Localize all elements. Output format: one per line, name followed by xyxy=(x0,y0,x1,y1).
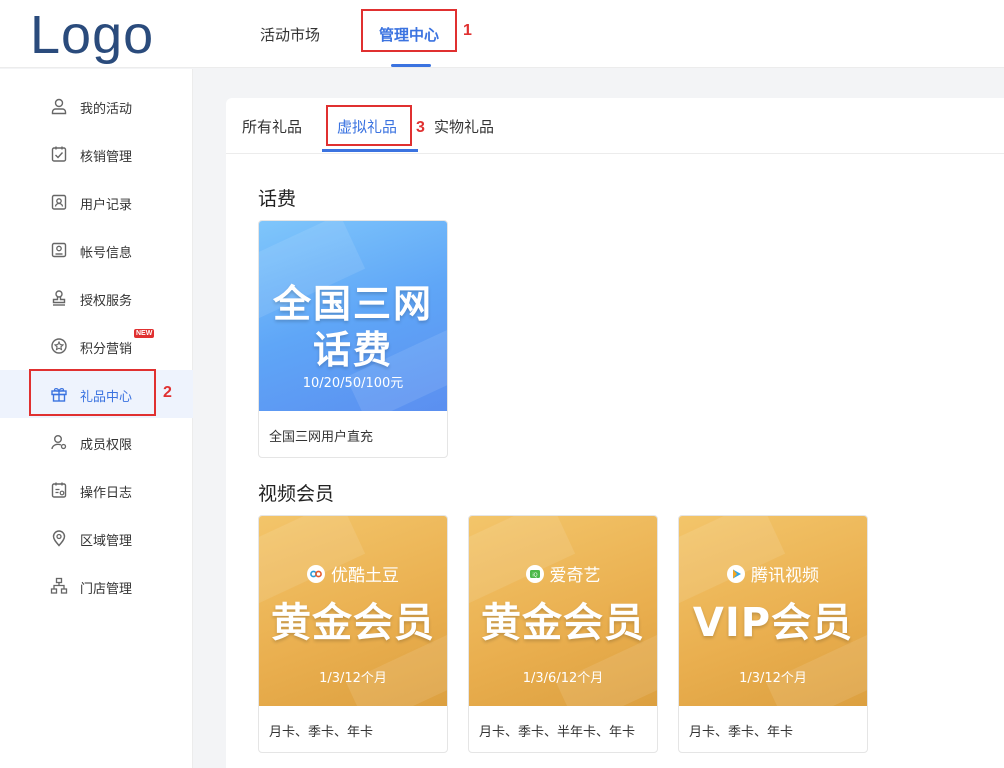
gift-brand: 腾讯视频 xyxy=(679,561,867,586)
user-settings-icon xyxy=(51,435,67,450)
sidebar-item-label: 授权服务 xyxy=(80,294,133,309)
nav-activity-market[interactable]: 活动市场 xyxy=(260,0,320,68)
svg-text:iQ: iQ xyxy=(532,572,537,578)
sidebar-item-label: 我的活动 xyxy=(80,102,133,117)
sidebar-item-label: 帐号信息 xyxy=(80,246,133,261)
gift-durations: 1/3/6/12个月 xyxy=(522,671,604,686)
sidebar-item-label: 成员权限 xyxy=(80,438,133,453)
iqiyi-logo-icon: iQ xyxy=(525,564,544,583)
section-title-video-membership: 视频会员 xyxy=(258,483,335,505)
sidebar-item-label: 用户记录 xyxy=(80,198,133,213)
calendar-log-icon xyxy=(51,482,67,498)
sidebar: 我的活动 核销管理 用户记录 帐号信息 授权服务 积分营销 NEW 礼品中心 成… xyxy=(0,69,193,768)
gift-denominations: 10/20/50/100元 xyxy=(302,376,404,391)
gift-card-iqiyi[interactable]: iQ 爱奇艺 黄金会员 1/3/6/12个月 月卡、季卡、半年卡、年卡 xyxy=(468,515,658,753)
location-pin-icon xyxy=(52,530,66,547)
annotation-box-3 xyxy=(326,105,412,146)
gift-durations: 1/3/12个月 xyxy=(319,671,387,686)
gift-brand-name: 腾讯视频 xyxy=(751,566,819,586)
gift-card-tencent-video[interactable]: 腾讯视频 VIP会员 1/3/12个月 月卡、季卡、年卡 xyxy=(678,515,868,753)
annotation-number-2: 2 xyxy=(163,384,172,401)
sidebar-item-operation-log[interactable]: 操作日志 xyxy=(0,466,193,514)
sidebar-item-label: 积分营销 xyxy=(80,342,133,357)
gift-brand-name: 爱奇艺 xyxy=(549,566,601,586)
gift-headline: 黄金会员 xyxy=(481,600,645,646)
clipboard-check-icon xyxy=(51,146,67,162)
gift-card-phone-credit[interactable]: 全国三网 话费 10/20/50/100元 全国三网用户直充 xyxy=(258,220,448,458)
gift-tabs: 所有礼品 虚拟礼品 实物礼品 3 xyxy=(226,98,1004,154)
org-chart-icon xyxy=(50,577,68,594)
sidebar-item-label: 区域管理 xyxy=(80,534,133,549)
gift-image: 腾讯视频 VIP会员 1/3/12个月 xyxy=(679,516,867,706)
gift-headline: VIP会员 xyxy=(692,600,854,646)
id-card-icon xyxy=(51,242,67,258)
sidebar-item-authorization[interactable]: 授权服务 xyxy=(0,274,193,322)
new-badge: NEW xyxy=(134,329,155,338)
gift-image: iQ 爱奇艺 黄金会员 1/3/6/12个月 xyxy=(469,516,657,706)
tab-physical-gifts[interactable]: 实物礼品 xyxy=(434,116,494,137)
gift-caption: 月卡、季卡、年卡 xyxy=(269,725,374,740)
nav-active-underline xyxy=(391,64,431,67)
sidebar-item-user-records[interactable]: 用户记录 xyxy=(0,178,193,226)
user-icon xyxy=(51,98,67,115)
gift-brand: 优酷土豆 xyxy=(259,561,447,586)
sidebar-item-verification[interactable]: 核销管理 xyxy=(0,130,193,178)
gift-panel: 所有礼品 虚拟礼品 实物礼品 3 话费 全国三网 话费 10/20/50/100… xyxy=(226,98,1004,768)
top-bar: Logo 活动市场 管理中心 1 xyxy=(0,0,1004,68)
annotation-box-2 xyxy=(29,369,156,416)
annotation-number-1: 1 xyxy=(463,22,472,39)
annotation-number-3: 3 xyxy=(416,119,425,136)
gift-durations: 1/3/12个月 xyxy=(739,671,807,686)
gift-caption: 月卡、季卡、半年卡、年卡 xyxy=(479,725,636,740)
tab-active-underline xyxy=(322,149,418,152)
gift-caption: 月卡、季卡、年卡 xyxy=(689,725,794,740)
logo[interactable]: Logo xyxy=(30,4,154,66)
gift-brand: iQ 爱奇艺 xyxy=(469,561,657,586)
tencent-video-logo-icon xyxy=(727,564,745,583)
gift-image: 全国三网 话费 10/20/50/100元 xyxy=(259,221,447,411)
tab-all-gifts[interactable]: 所有礼品 xyxy=(242,116,302,137)
sidebar-item-region-management[interactable]: 区域管理 xyxy=(0,514,193,562)
section-title-phone-credit: 话费 xyxy=(258,188,297,210)
sidebar-item-label: 门店管理 xyxy=(80,582,133,597)
gift-headline-2: 话费 xyxy=(312,328,393,372)
sidebar-item-label: 操作日志 xyxy=(80,486,133,501)
sidebar-item-my-activities[interactable]: 我的活动 xyxy=(0,82,193,130)
youku-logo-icon xyxy=(307,564,325,583)
sidebar-item-member-permissions[interactable]: 成员权限 xyxy=(0,418,193,466)
sidebar-item-points-marketing[interactable]: 积分营销 NEW xyxy=(0,322,193,370)
annotation-box-1 xyxy=(361,9,457,52)
gift-card-youku[interactable]: 优酷土豆 黄金会员 1/3/12个月 月卡、季卡、年卡 xyxy=(258,515,448,753)
stamp-icon xyxy=(52,290,66,306)
sidebar-item-label: 核销管理 xyxy=(80,150,133,165)
contact-card-icon xyxy=(51,194,67,210)
star-circle-icon xyxy=(51,338,67,354)
gift-caption: 全国三网用户直充 xyxy=(269,430,374,445)
gift-headline: 黄金会员 xyxy=(271,600,435,646)
sidebar-item-store-management[interactable]: 门店管理 xyxy=(0,562,193,610)
sidebar-item-account-info[interactable]: 帐号信息 xyxy=(0,226,193,274)
gift-image: 优酷土豆 黄金会员 1/3/12个月 xyxy=(259,516,447,706)
gift-brand-name: 优酷土豆 xyxy=(331,566,399,586)
